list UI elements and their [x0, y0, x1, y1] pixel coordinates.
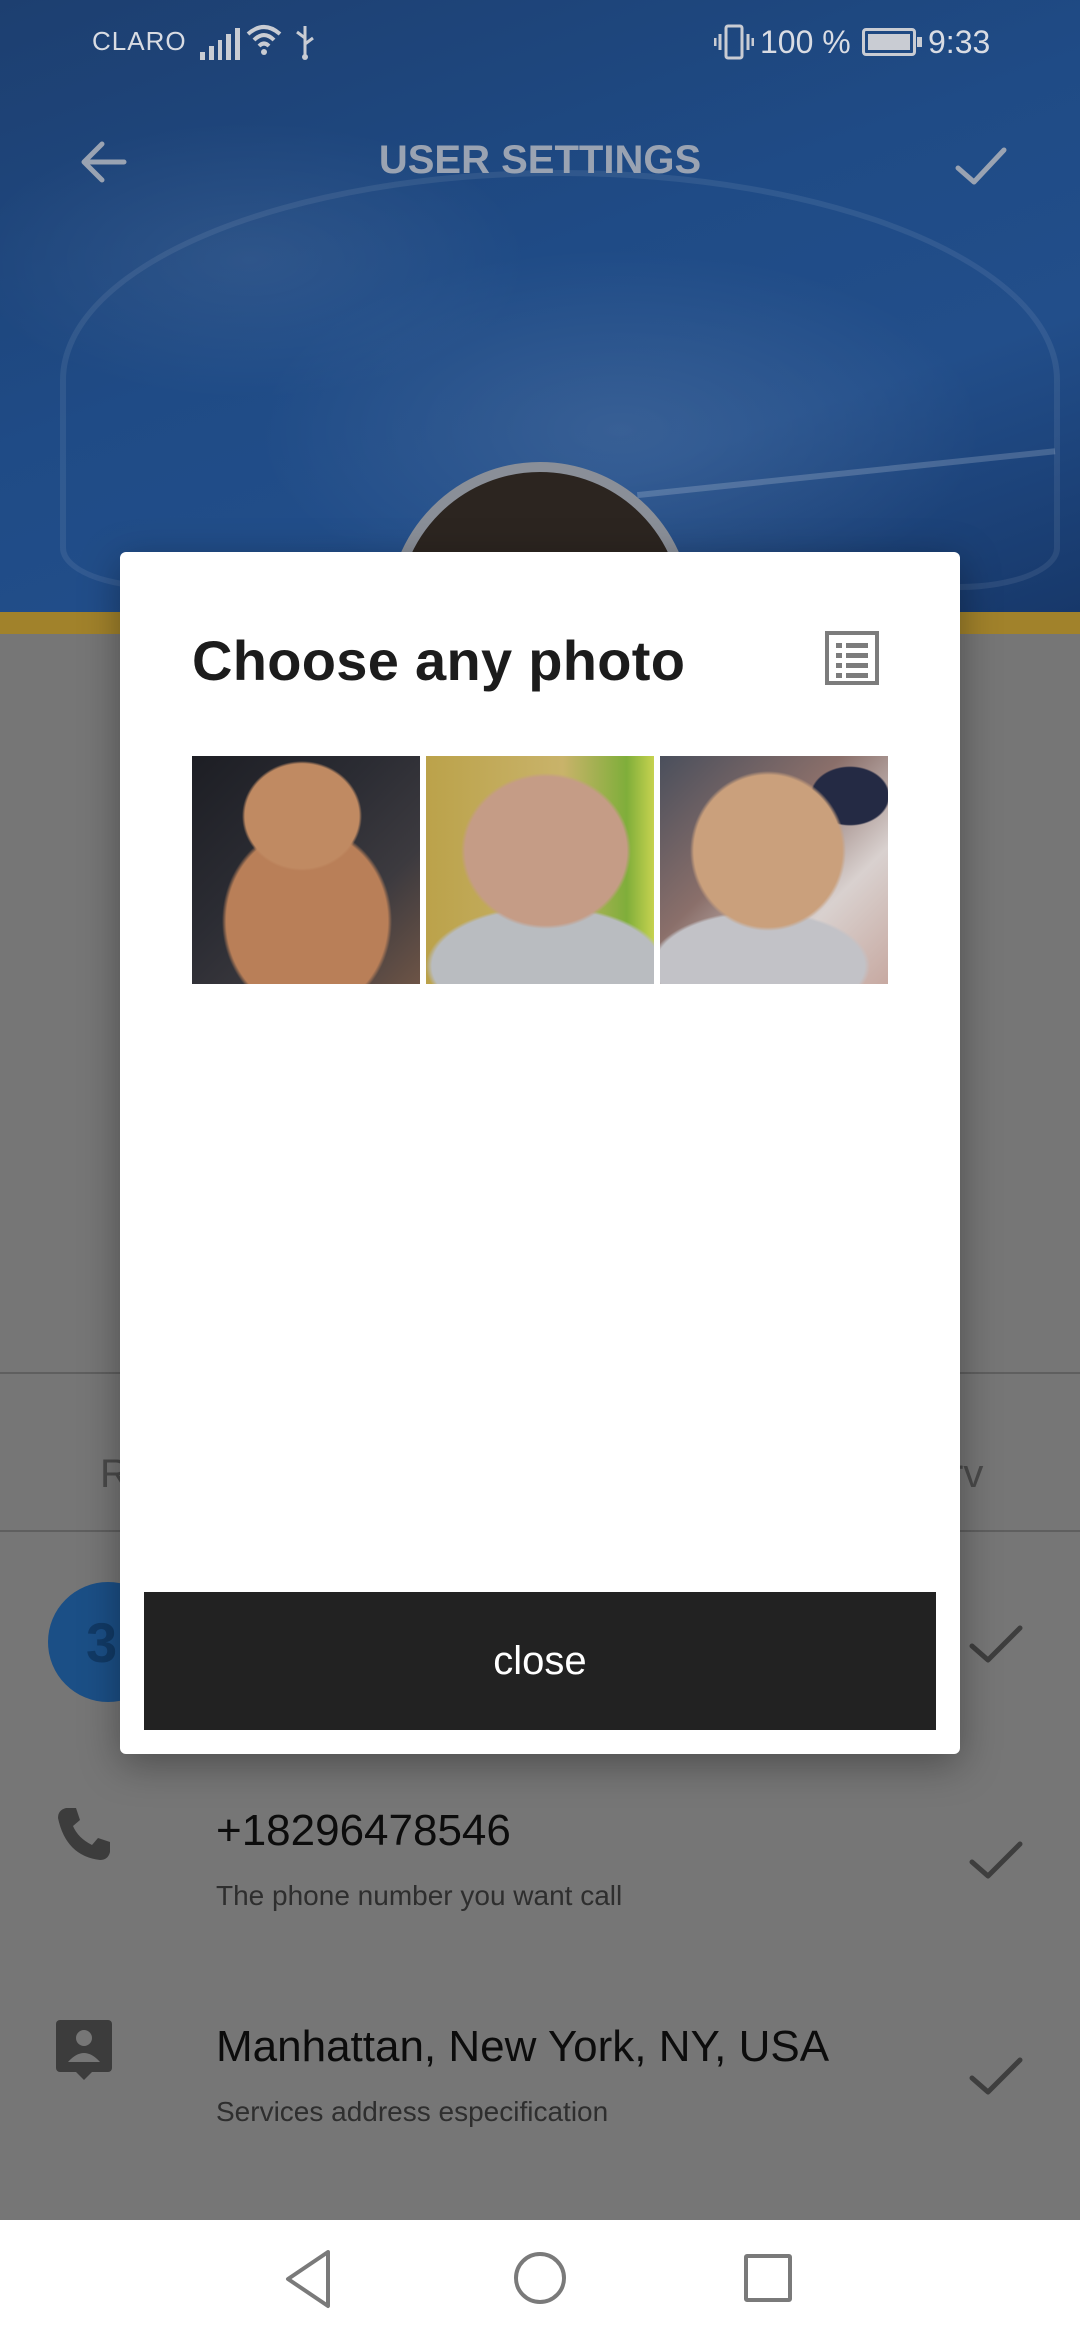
phone-number[interactable]: +18296478546 — [216, 1806, 511, 1856]
list-view-icon[interactable] — [824, 630, 880, 686]
wifi-icon — [246, 25, 282, 55]
signal-icon — [200, 26, 240, 60]
photo-thumbnail[interactable] — [192, 756, 420, 984]
clock: 9:33 — [928, 24, 991, 60]
battery-percent: 100 % — [760, 24, 851, 60]
dialog-title: Choose any photo — [192, 629, 686, 692]
status-bar: CLARO 100 % 9:33 — [0, 0, 1080, 84]
photo-thumbnail[interactable] — [660, 756, 888, 984]
phone-icon — [58, 1808, 110, 1860]
page-title: USER SETTINGS — [378, 138, 702, 182]
close-button[interactable]: close — [144, 1592, 936, 1730]
carrier-name: CLARO — [92, 26, 187, 56]
check-icon[interactable] — [966, 2046, 1026, 2106]
photo-thumbnail[interactable] — [426, 756, 654, 984]
step-badge-text: 3 — [86, 1611, 118, 1674]
address-hint: Services address especification — [216, 2096, 609, 2127]
contact-address-icon — [56, 2020, 112, 2080]
recents-square-icon[interactable] — [744, 2254, 792, 2302]
vibrate-icon — [714, 24, 754, 60]
address[interactable]: Manhattan, New York, NY, USA — [216, 2022, 829, 2072]
home-circle-icon[interactable] — [514, 2252, 566, 2304]
back-triangle-icon[interactable] — [280, 2244, 340, 2314]
usb-icon — [296, 26, 314, 60]
battery-icon — [862, 28, 922, 56]
check-icon[interactable] — [966, 1614, 1026, 1674]
photo-picker-dialog: Choose any photo close — [120, 552, 960, 1754]
phone-hint: The phone number you want call — [216, 1880, 623, 1911]
check-icon[interactable] — [966, 1830, 1026, 1890]
system-nav-bar — [0, 2220, 1080, 2340]
check-icon[interactable] — [950, 136, 1010, 196]
